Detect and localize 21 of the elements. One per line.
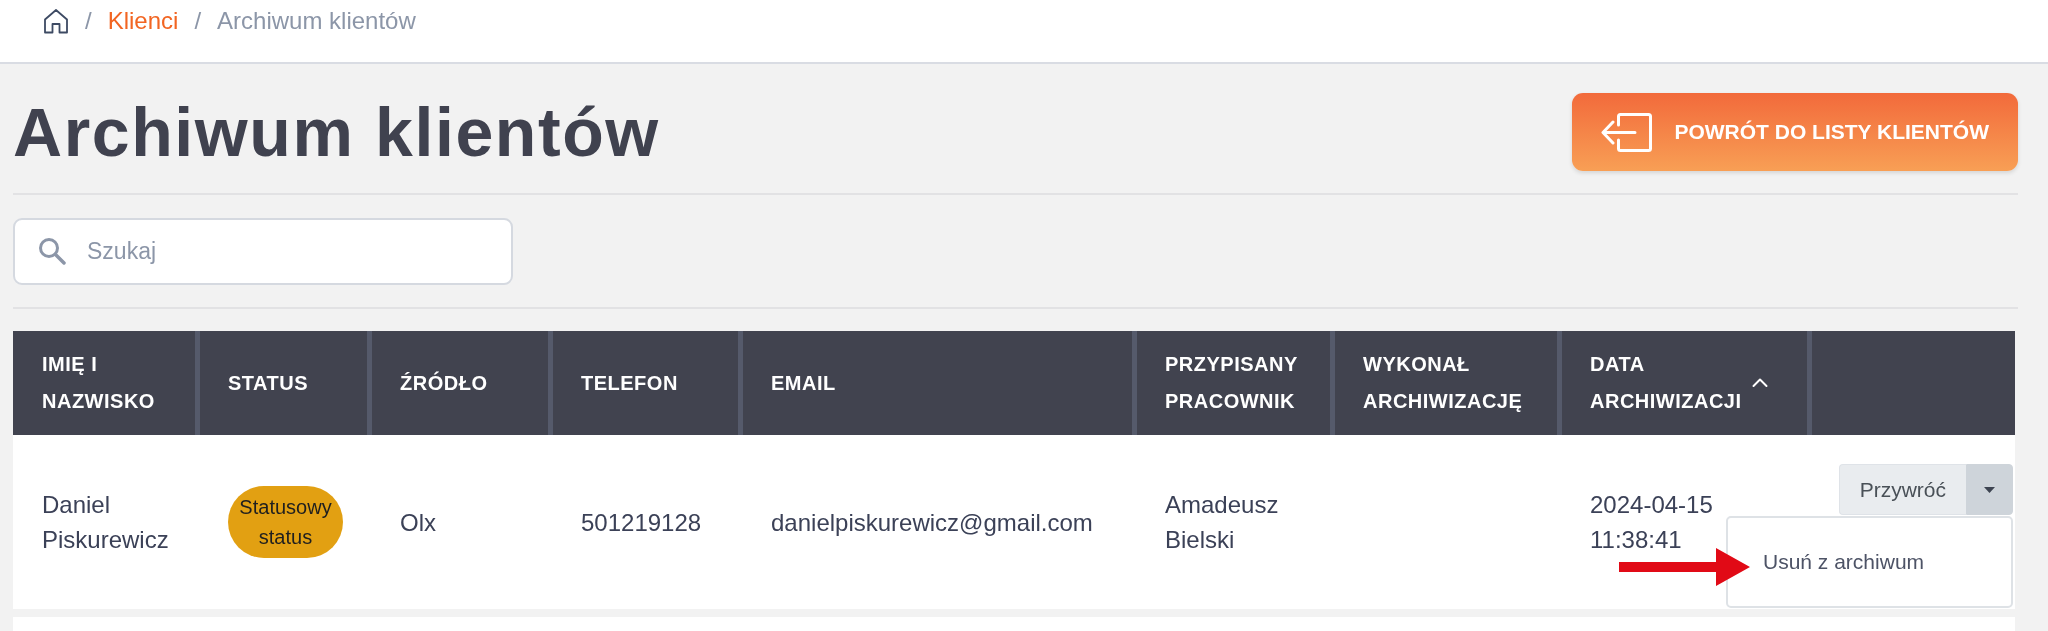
breadcrumb-separator: / [85, 7, 92, 35]
assigned-employee: Amadeusz Bielski [1165, 490, 1280, 555]
page-title: Archiwum klientów [13, 93, 660, 171]
chevron-up-icon[interactable] [1751, 378, 1768, 388]
home-icon[interactable] [43, 8, 69, 34]
menu-item[interactable]: Usuń z archiwum [1763, 542, 1925, 582]
search-icon [38, 237, 66, 265]
source-text: Olx [400, 507, 436, 538]
status-badge: Statusowy status [228, 486, 343, 558]
dropdown-toggle[interactable] [1966, 464, 2013, 515]
phone-number: 501219128 [581, 507, 702, 538]
breadcrumb-separator: / [194, 7, 202, 35]
search-field[interactable]: Szukaj [13, 218, 513, 285]
restore-button[interactable]: Przywróć [1838, 464, 1966, 515]
email-address: danielpiskurewicz@gmail.com [771, 507, 1093, 538]
client-name: Daniel Piskurewicz [42, 490, 170, 555]
caret-down-icon [1984, 486, 1995, 493]
column-header[interactable]: IMIĘ I NAZWISKO [13, 331, 195, 435]
arrow-out-of-box-icon [1601, 112, 1653, 152]
archive-date: 2024-04-15 11:38:41 [1590, 490, 1714, 555]
breadcrumb-current: Archiwum klientów [217, 7, 416, 35]
